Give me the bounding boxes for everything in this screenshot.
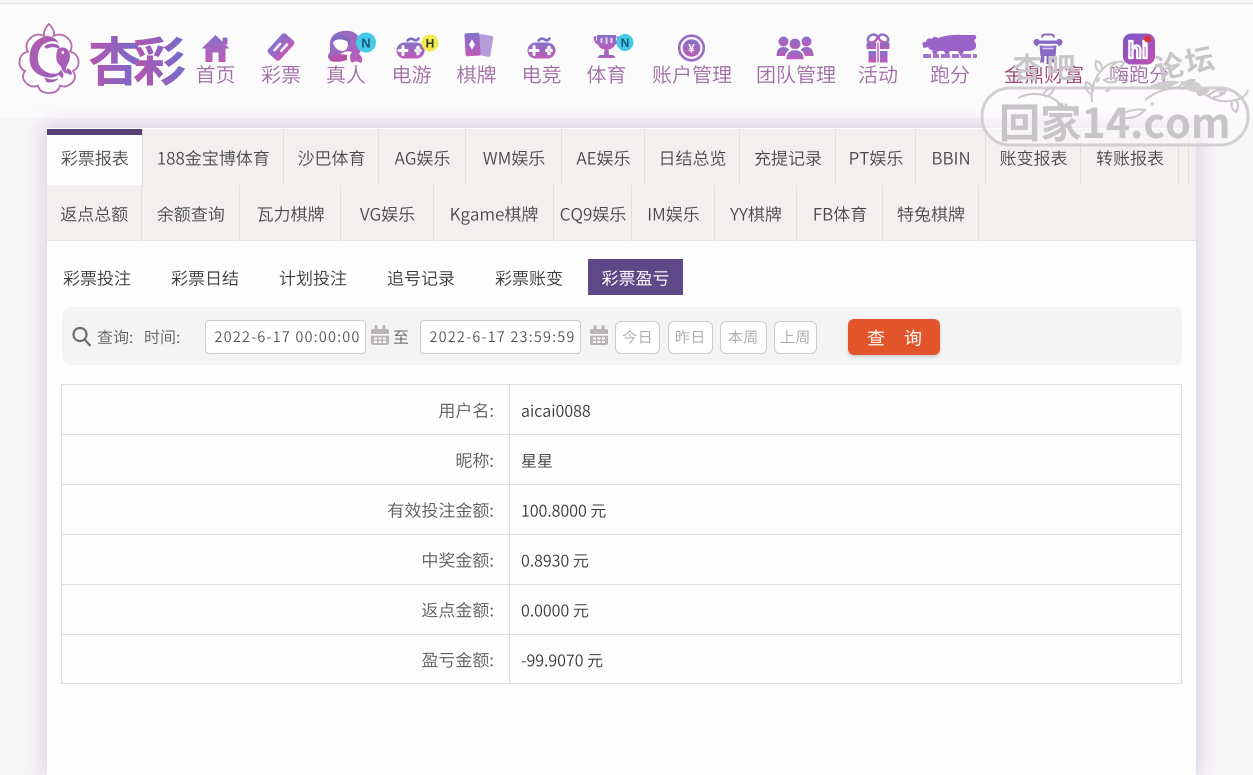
svg-text:¥: ¥ [688,44,695,56]
svg-text:N: N [361,36,370,51]
svg-text:N: N [621,36,630,50]
svg-text:H: H [426,37,435,51]
